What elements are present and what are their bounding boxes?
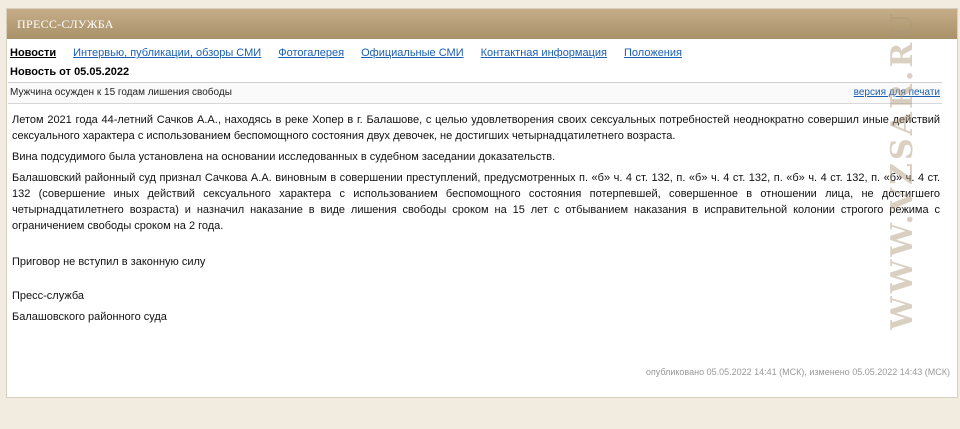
news-paragraph: Вина подсудимого была установлена на осн… bbox=[12, 151, 556, 163]
tab-interviews[interactable]: Интервью, публикации, обзоры СМИ bbox=[73, 47, 261, 59]
tab-regulations[interactable]: Положения bbox=[624, 47, 682, 59]
news-date-heading: Новость от 05.05.2022 bbox=[10, 66, 130, 78]
news-paragraph: Летом 2021 года 44-летний Сачков А.А., н… bbox=[12, 114, 940, 142]
published-meta: опубликовано 05.05.2022 14:41 (МСК), изм… bbox=[645, 367, 950, 377]
news-headline-bar: Мужчина осужден к 15 годам лишения свобо… bbox=[8, 82, 942, 104]
panel-header: ПРЕСС-СЛУЖБА bbox=[7, 9, 957, 39]
tab-news[interactable]: Новости bbox=[10, 47, 56, 59]
news-body: Летом 2021 года 44-летний Сачков А.А., н… bbox=[12, 112, 940, 330]
tab-contacts[interactable]: Контактная информация bbox=[481, 47, 607, 59]
news-paragraph: Балашовский районный суд признал Сачкова… bbox=[12, 172, 940, 232]
tab-official-media[interactable]: Официальные СМИ bbox=[361, 47, 464, 59]
news-verdict-status: Приговор не вступил в законную силу bbox=[12, 256, 206, 268]
news-headline: Мужчина осужден к 15 годам лишения свобо… bbox=[10, 87, 232, 98]
news-signature-line2: Балашовского районного суда bbox=[12, 311, 167, 323]
news-signature-line1: Пресс-служба bbox=[12, 290, 84, 302]
tab-photogallery[interactable]: Фотогалерея bbox=[278, 47, 344, 59]
print-version-link[interactable]: версия для печати bbox=[854, 87, 940, 98]
news-tabs: Новости Интервью, публикации, обзоры СМИ… bbox=[10, 47, 682, 59]
